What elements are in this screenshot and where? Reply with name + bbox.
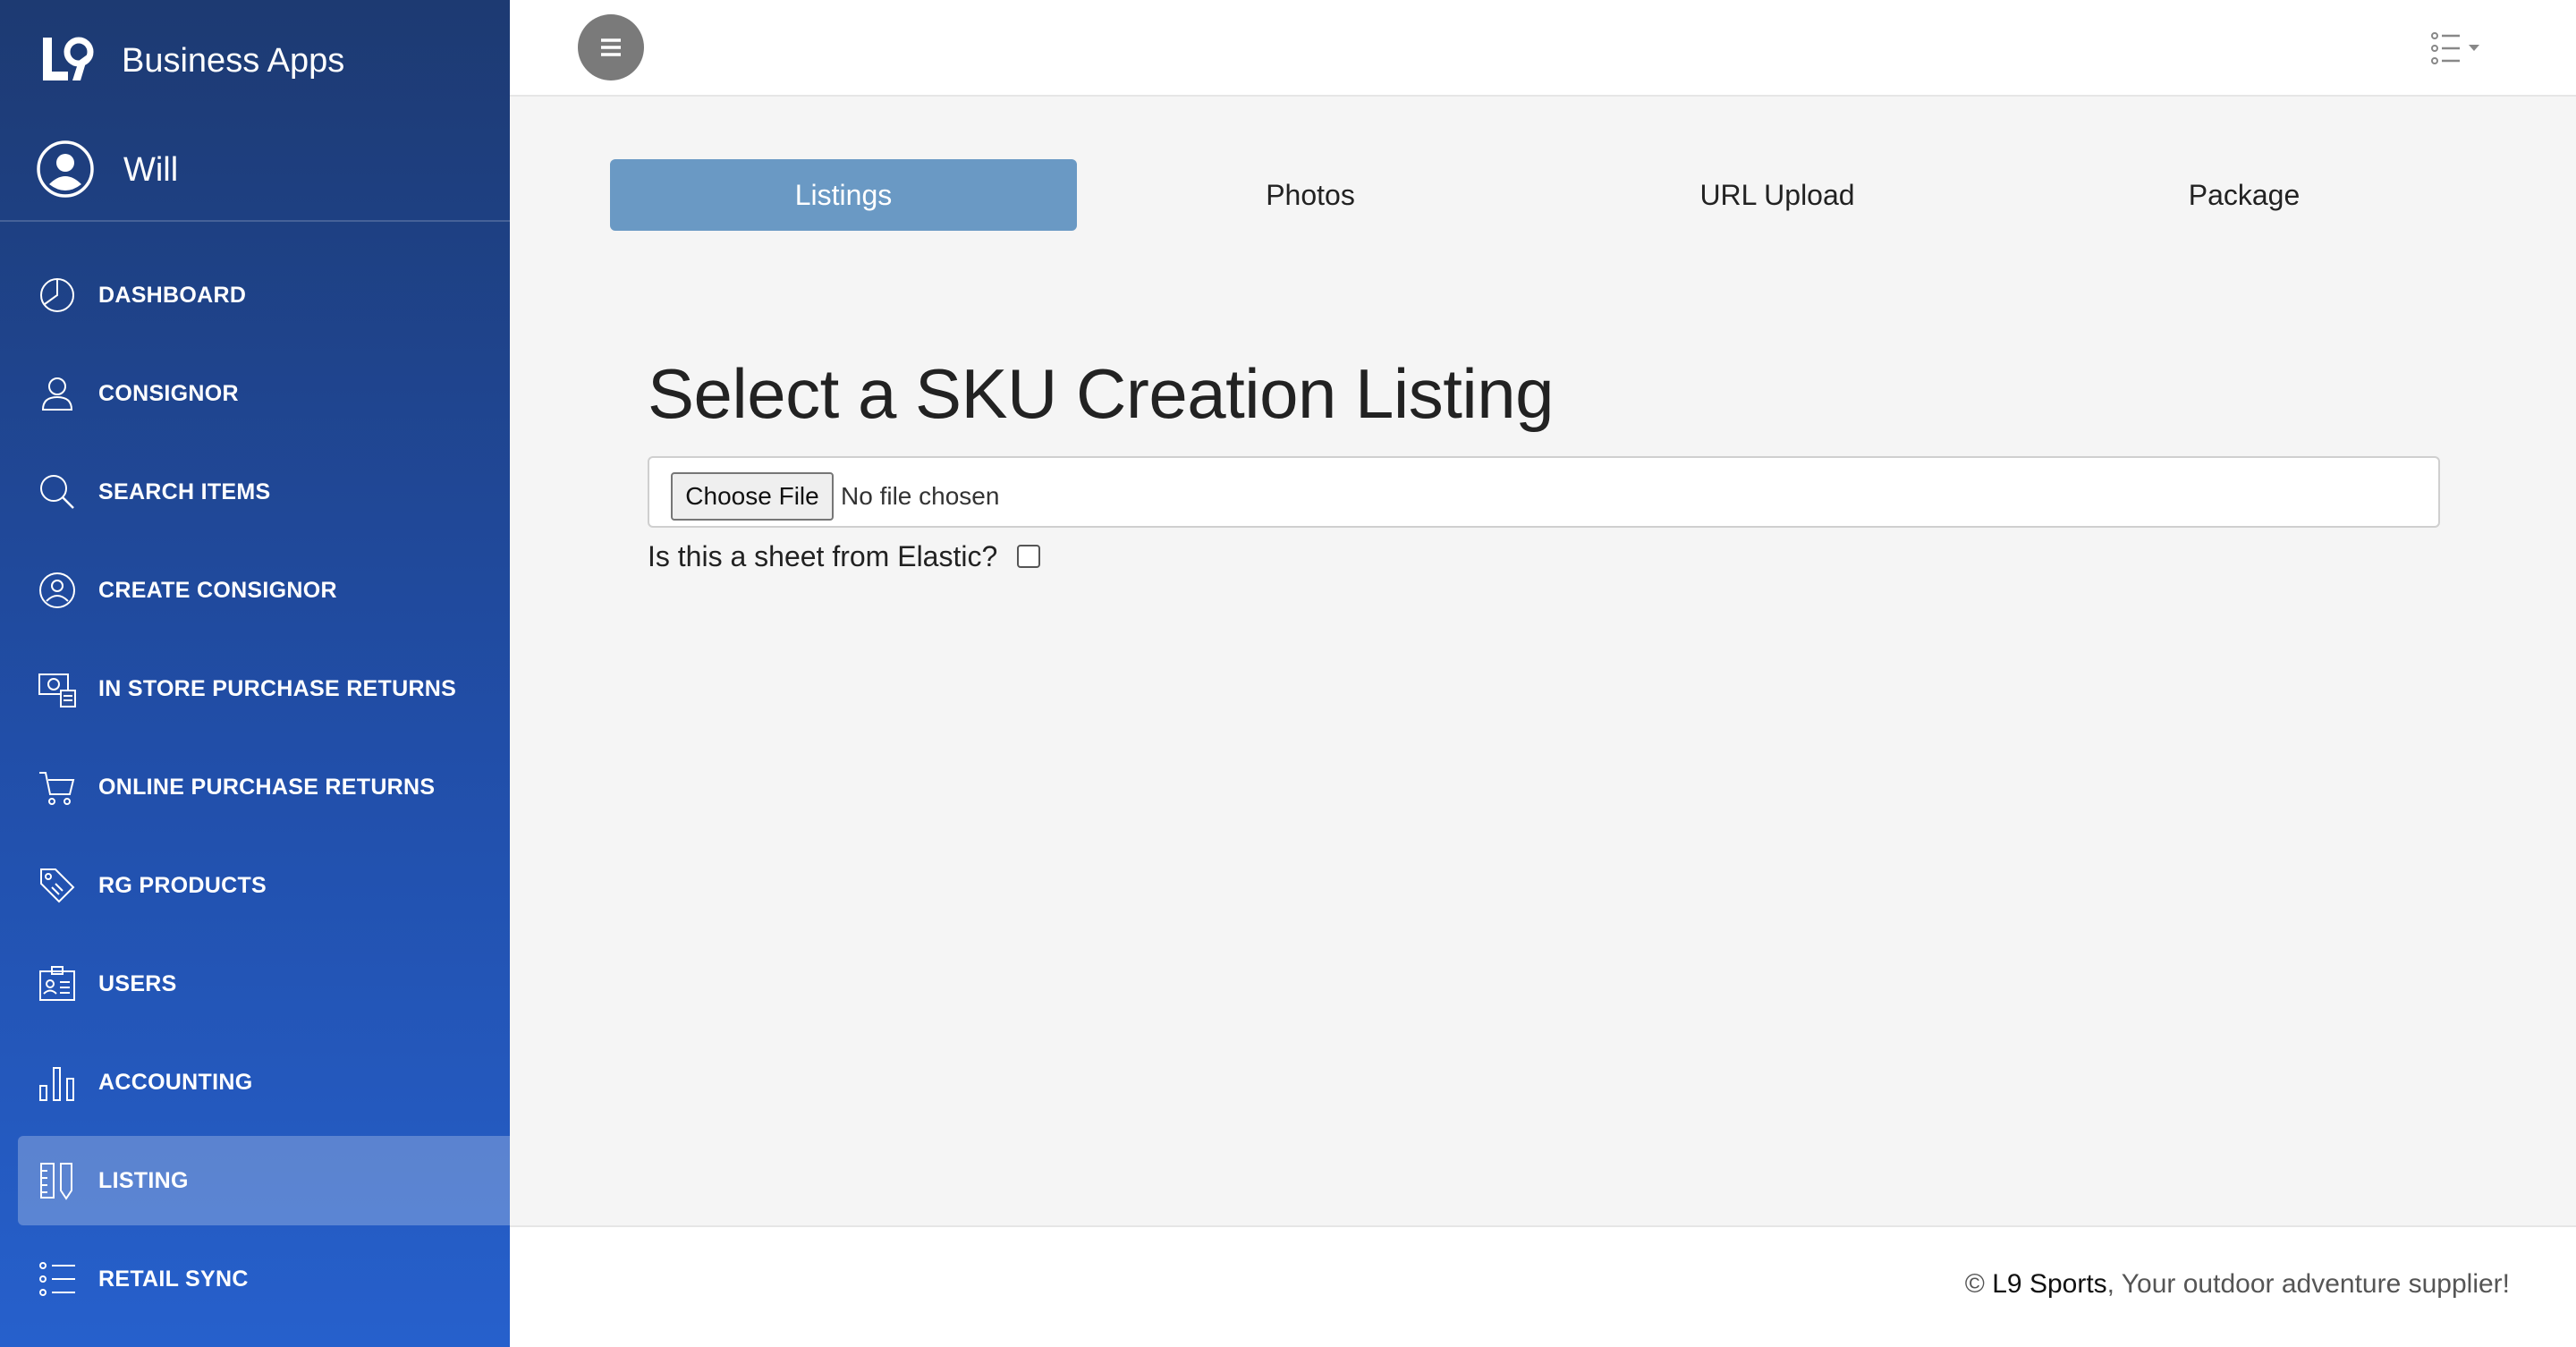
sidebar-item-label: ONLINE PURCHASE RETURNS xyxy=(98,775,436,800)
hamburger-icon xyxy=(601,38,621,56)
footer-tagline: , Your outdoor adventure supplier! xyxy=(2106,1269,2510,1299)
id-badge-icon xyxy=(39,966,75,1001)
list-icon xyxy=(39,1262,75,1296)
listing-tabs: Listings Photos URL Upload Package xyxy=(610,159,2478,231)
person-icon xyxy=(41,377,73,411)
cart-icon xyxy=(39,772,75,805)
tags-icon xyxy=(40,868,75,903)
l9-logo-icon xyxy=(43,37,94,80)
tab-photos[interactable]: Photos xyxy=(1077,159,1544,231)
elastic-sheet-row: Is this a sheet from Elastic? xyxy=(648,538,1041,574)
user-name: Will xyxy=(123,151,179,189)
sidebar-item-label: SEARCH ITEMS xyxy=(98,479,271,504)
footer-brand-link[interactable]: L9 Sports xyxy=(1992,1269,2106,1299)
topbar xyxy=(510,0,2576,97)
cash-return-icon xyxy=(38,674,76,707)
sidebar-item-in-store-returns[interactable]: IN STORE PURCHASE RETURNS xyxy=(18,644,510,733)
footer: © L9 Sports, Your outdoor adventure supp… xyxy=(510,1225,2576,1347)
brand-title: Business Apps xyxy=(122,42,345,80)
sidebar-item-label: USERS xyxy=(98,971,177,996)
bar-chart-icon xyxy=(39,1067,74,1101)
sidebar-item-online-returns[interactable]: ONLINE PURCHASE RETURNS xyxy=(18,742,510,832)
search-icon xyxy=(40,475,74,509)
sidebar: Business Apps Will DASHBOARD CONSIGNOR S… xyxy=(0,0,510,1347)
sidebar-item-search-items[interactable]: SEARCH ITEMS xyxy=(18,447,510,537)
tab-listings[interactable]: Listings xyxy=(610,159,1077,231)
sidebar-item-users[interactable]: USERS xyxy=(18,939,510,1029)
tab-package[interactable]: Package xyxy=(2011,159,2478,231)
tab-url-upload[interactable]: URL Upload xyxy=(1544,159,2011,231)
page-title: Select a SKU Creation Listing xyxy=(648,354,1555,433)
brand-header[interactable]: Business Apps xyxy=(0,0,510,122)
sidebar-item-retail-sync[interactable]: RETAIL SYNC xyxy=(18,1234,510,1324)
sidebar-item-label: ACCOUNTING xyxy=(98,1070,253,1095)
sidebar-item-label: CREATE CONSIGNOR xyxy=(98,578,337,603)
pie-chart-icon xyxy=(40,278,74,312)
file-upload-field[interactable]: Choose File No file chosen xyxy=(648,456,2440,528)
footer-text: © L9 Sports, Your outdoor adventure supp… xyxy=(1965,1267,2510,1302)
sidebar-item-label: DASHBOARD xyxy=(98,283,247,308)
sidebar-item-label: CONSIGNOR xyxy=(98,381,239,406)
list-view-icon xyxy=(2431,32,2479,64)
sidebar-item-accounting[interactable]: ACCOUNTING xyxy=(18,1038,510,1127)
view-options-dropdown[interactable] xyxy=(2429,29,2487,68)
sidebar-item-consignor[interactable]: CONSIGNOR xyxy=(18,349,510,438)
sidebar-item-label: LISTING xyxy=(98,1168,189,1193)
elastic-checkbox[interactable] xyxy=(1017,545,1041,568)
choose-file-button[interactable]: Choose File xyxy=(671,472,834,521)
sidebar-item-label: IN STORE PURCHASE RETURNS xyxy=(98,676,457,701)
elastic-question-label: Is this a sheet from Elastic? xyxy=(648,540,998,572)
user-circle-icon xyxy=(37,140,94,198)
sidebar-item-label: RG PRODUCTS xyxy=(98,873,267,898)
sidebar-item-rg-products[interactable]: RG PRODUCTS xyxy=(18,841,510,930)
sidebar-item-label: RETAIL SYNC xyxy=(98,1267,249,1292)
sidebar-item-dashboard[interactable]: DASHBOARD xyxy=(18,250,510,340)
copyright-symbol: © xyxy=(1964,1269,1985,1299)
user-profile[interactable]: Will xyxy=(0,122,510,222)
sidebar-item-listing[interactable]: LISTING xyxy=(18,1136,510,1225)
file-status-text: No file chosen xyxy=(841,482,1000,510)
user-circle-icon xyxy=(39,572,75,608)
menu-toggle-button[interactable] xyxy=(578,14,644,80)
sidebar-item-create-consignor[interactable]: CREATE CONSIGNOR xyxy=(18,546,510,635)
ruler-pencil-icon xyxy=(40,1163,72,1200)
